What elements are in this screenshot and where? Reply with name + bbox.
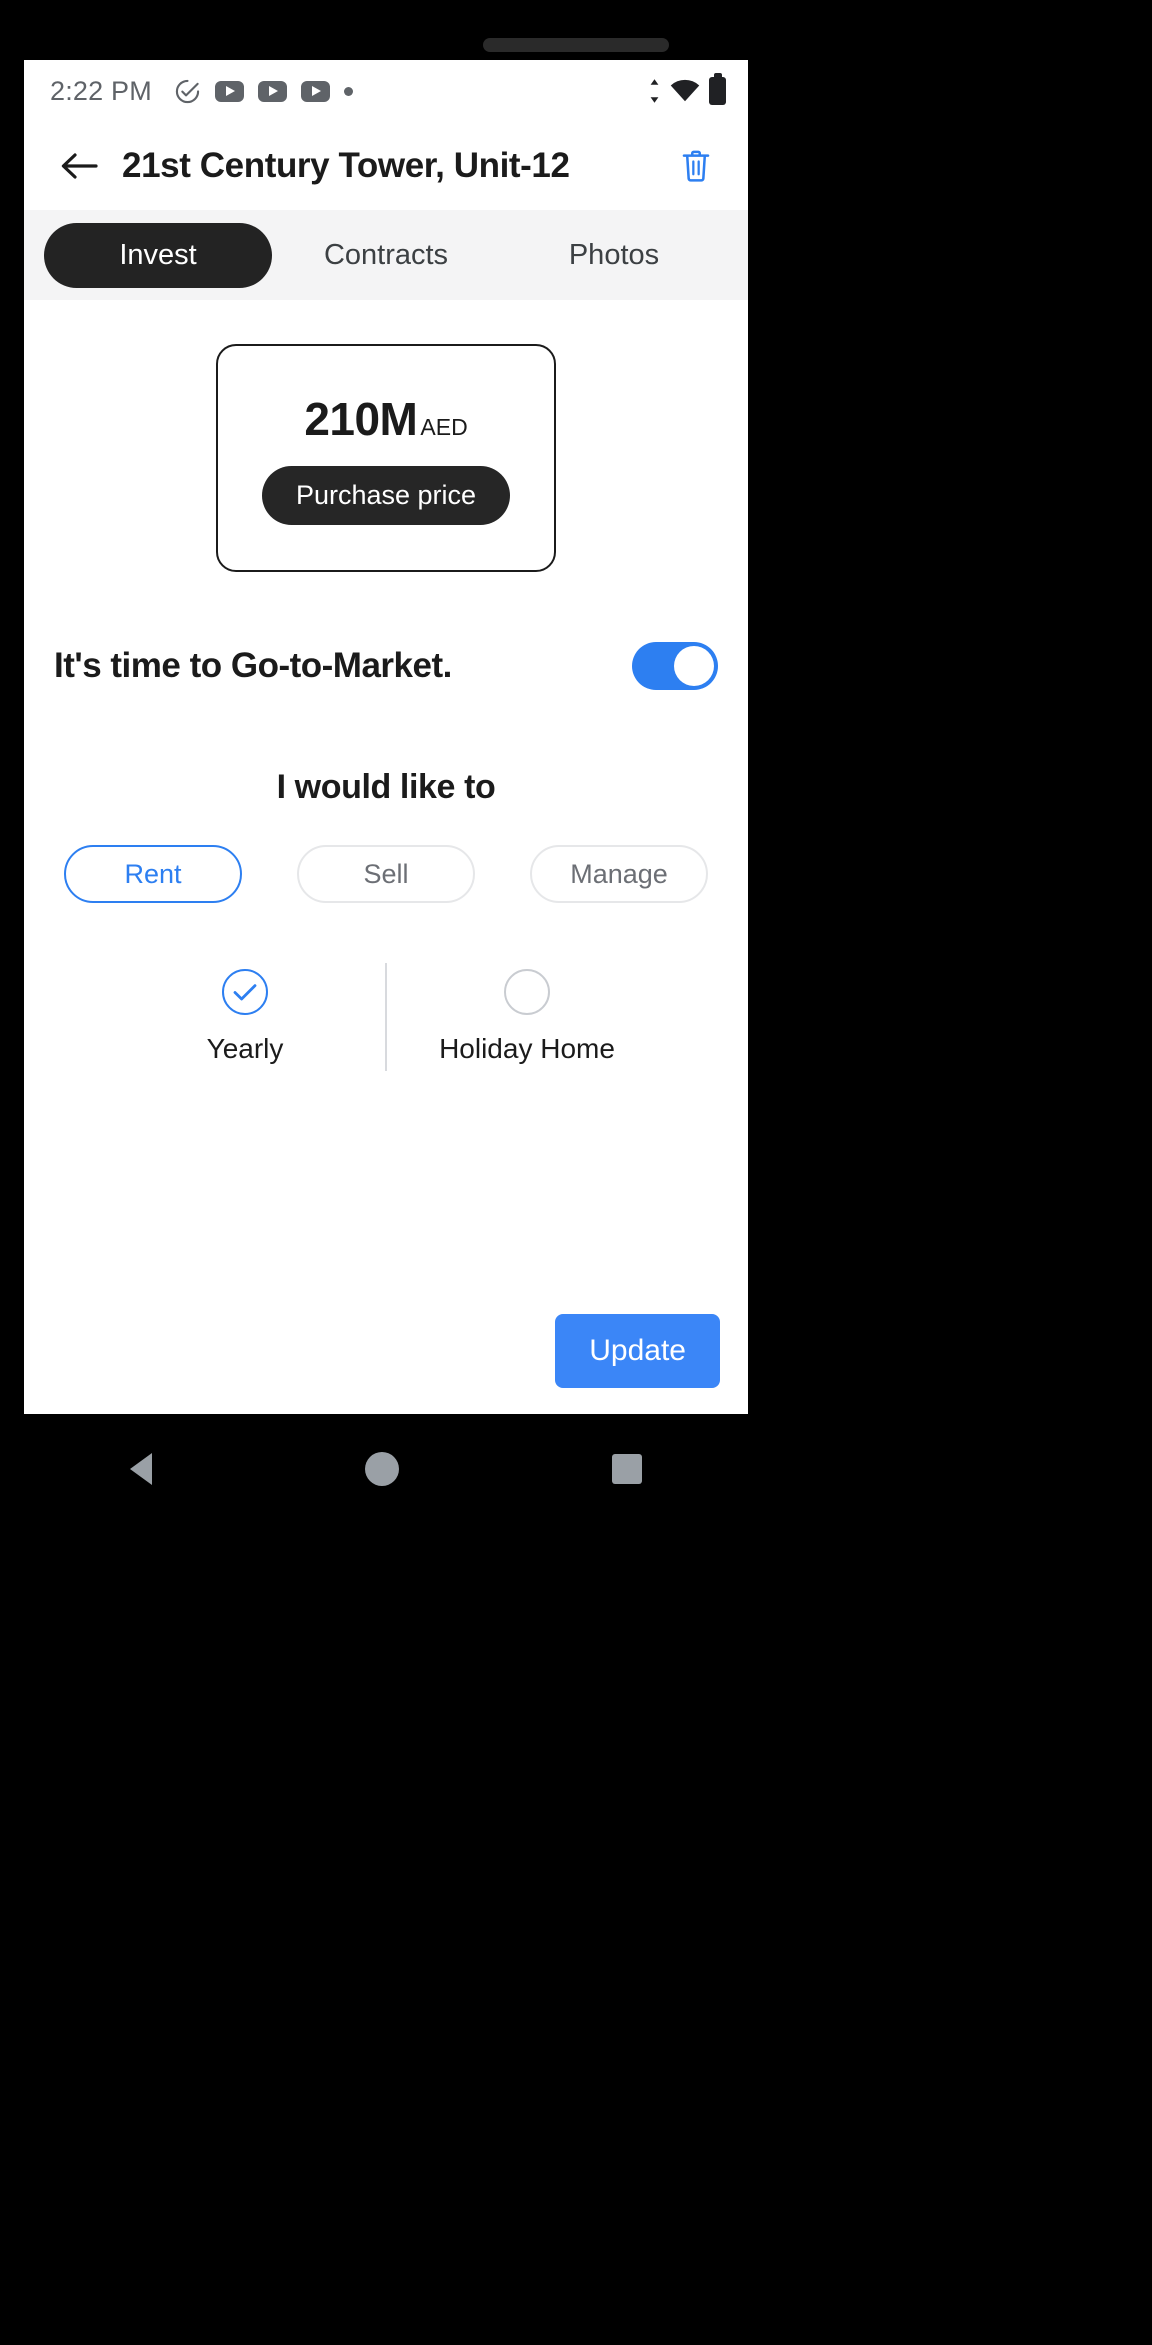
battery-icon — [709, 77, 726, 105]
system-navigation-bar — [24, 1414, 748, 1524]
earpiece-speaker — [483, 38, 669, 52]
radio-yearly[interactable] — [222, 969, 268, 1015]
tab-photos[interactable]: Photos — [500, 223, 728, 288]
youtube-icon — [257, 80, 287, 102]
price-amount: 210M — [304, 392, 418, 445]
check-circle-icon — [175, 79, 200, 103]
app-bar: 21st Century Tower, Unit-12 — [24, 122, 748, 210]
data-transfer-icon — [650, 79, 659, 103]
tab-bar: Invest Contracts Photos — [24, 210, 748, 300]
go-to-market-label: It's time to Go-to-Market. — [54, 646, 452, 685]
chip-rent[interactable]: Rent — [64, 845, 242, 903]
system-home-button[interactable] — [364, 1452, 399, 1486]
tab-contracts[interactable]: Contracts — [272, 223, 500, 288]
frequency-option-holiday-home[interactable]: Holiday Home — [387, 969, 667, 1065]
go-to-market-toggle[interactable] — [632, 642, 718, 690]
status-bar: 2:22 PM — [24, 60, 748, 122]
system-recents-button[interactable] — [611, 1454, 642, 1484]
frequency-options: Yearly Holiday Home — [24, 963, 748, 1071]
frequency-label-yearly: Yearly — [206, 1033, 284, 1064]
page-title: 21st Century Tower, Unit-12 — [122, 146, 570, 185]
check-icon — [233, 984, 257, 1001]
intent-heading: I would like to — [276, 768, 496, 806]
chip-sell[interactable]: Sell — [297, 845, 475, 903]
back-button[interactable] — [52, 139, 106, 193]
toggle-knob — [674, 646, 714, 686]
price-currency: AED — [420, 413, 468, 440]
device-frame: 2:22 PM 21st Century Tower, Unit-12 Inve… — [0, 0, 1152, 2345]
phone-screen: 2:22 PM 21st Century Tower, Unit-12 Inve… — [24, 60, 748, 1414]
chip-manage[interactable]: Manage — [530, 845, 708, 903]
status-notification-icons — [174, 78, 353, 105]
price-line: 210M AED — [304, 392, 467, 446]
frequency-label-holiday-home: Holiday Home — [439, 1033, 615, 1064]
purchase-price-badge: Purchase price — [261, 465, 511, 525]
dot-icon — [343, 86, 353, 96]
frequency-option-yearly[interactable]: Yearly — [105, 969, 385, 1065]
intent-options: Rent Sell Manage — [24, 845, 748, 903]
delete-button[interactable] — [670, 140, 722, 192]
system-back-button[interactable] — [130, 1453, 153, 1485]
tab-invest[interactable]: Invest — [44, 222, 272, 288]
youtube-icon — [214, 80, 244, 102]
wifi-icon — [670, 79, 700, 102]
radio-holiday-home[interactable] — [504, 969, 550, 1015]
purchase-price-card: 210M AED Purchase price — [216, 344, 556, 572]
update-button-wrap: Update — [555, 1314, 720, 1388]
trash-icon — [682, 150, 710, 182]
status-time: 2:22 PM — [50, 75, 152, 106]
update-button[interactable]: Update — [555, 1314, 720, 1388]
main-content: 210M AED Purchase price It's time to Go-… — [24, 300, 748, 1414]
go-to-market-row: It's time to Go-to-Market. — [24, 642, 748, 690]
back-arrow-icon — [61, 153, 98, 179]
youtube-icon — [300, 80, 330, 102]
status-system-icons — [648, 77, 726, 105]
